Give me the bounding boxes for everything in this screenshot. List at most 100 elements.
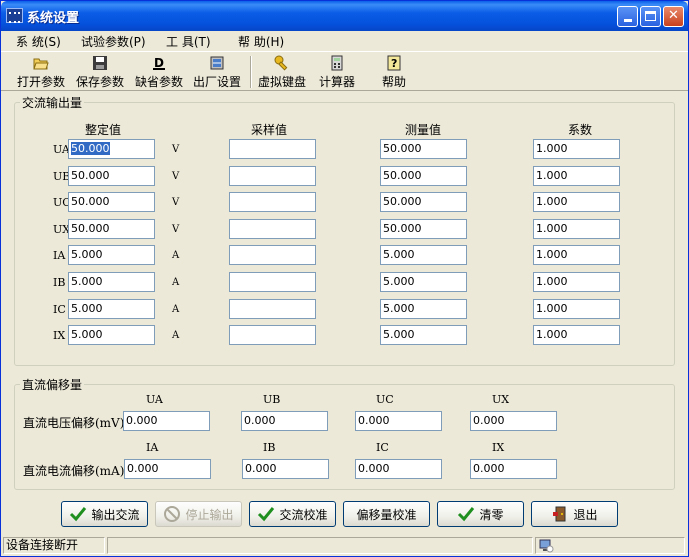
menu-system[interactable]: 系 统(S): [16, 33, 61, 50]
set-value-uc-input[interactable]: 50.000: [68, 192, 155, 212]
sample-value-ub-input[interactable]: [229, 166, 316, 186]
save-params-button[interactable]: 保存参数: [74, 53, 126, 91]
open-folder-icon: [33, 58, 49, 70]
menu-bar: 系 统(S) 试验参数(P) 工 具(T) 帮 助(H): [1, 31, 688, 50]
close-icon: ✕: [668, 8, 679, 23]
dc-voltage-ux-input[interactable]: 0.000: [470, 411, 557, 431]
set-value-ux-input[interactable]: 50.000: [68, 219, 155, 239]
measure-value-ia-input[interactable]: 5.000: [380, 245, 467, 265]
dc-voltage-uc-input[interactable]: 0.000: [355, 411, 442, 431]
stop-output-label: 停止输出: [185, 507, 234, 522]
exit-button[interactable]: 退出: [531, 501, 618, 527]
set-value-ic-input[interactable]: 5.000: [68, 299, 155, 319]
sample-value-ic-input[interactable]: [229, 299, 316, 319]
default-params-button[interactable]: D 缺省参数: [133, 53, 185, 91]
title-bar[interactable]: 系统设置 ✕: [1, 1, 688, 31]
coefficient-ix-input[interactable]: 1.000: [533, 325, 620, 345]
coefficient-uc-input[interactable]: 1.000: [533, 192, 620, 212]
dc-voltage-ub-input[interactable]: 0.000: [241, 411, 328, 431]
menu-tools[interactable]: 工 具(T): [166, 33, 211, 50]
offset-calibrate-button[interactable]: 偏移量校准: [343, 501, 430, 527]
ac-calibrate-button[interactable]: 交流校准: [249, 501, 336, 527]
header-sample: 采样值: [251, 123, 288, 137]
virtual-keyboard-label: 虚拟键盘: [257, 75, 306, 89]
dc-header-ib: IB: [263, 441, 276, 454]
header-measure: 测量值: [405, 123, 442, 137]
measure-value-uc-input[interactable]: 50.000: [380, 192, 467, 212]
close-button[interactable]: ✕: [663, 6, 684, 27]
dc-offset-title: 直流偏移量: [20, 376, 85, 393]
coefficient-ia-input[interactable]: 1.000: [533, 245, 620, 265]
menu-help[interactable]: 帮 助(H): [238, 33, 284, 50]
set-value-ib-input[interactable]: 5.000: [68, 272, 155, 292]
dc-header-ub: UB: [263, 393, 281, 406]
toolbar: 打开参数 保存参数 D 缺省参数 出厂设置 虚拟键盘 计算器 ? 帮助: [1, 51, 688, 91]
default-params-label: 缺省参数: [134, 75, 183, 89]
check-icon: [258, 507, 275, 522]
header-coefficient: 系数: [568, 123, 593, 137]
sample-value-ib-input[interactable]: [229, 272, 316, 292]
exit-door-icon: [553, 506, 566, 522]
check-icon: [458, 507, 475, 522]
measure-value-ix-input[interactable]: 5.000: [380, 325, 467, 345]
measure-value-ub-input[interactable]: 50.000: [380, 166, 467, 186]
sample-value-ix-input[interactable]: [229, 325, 316, 345]
set-value-ub-input[interactable]: 50.000: [68, 166, 155, 186]
dc-current-label: 直流电流偏移(mA): [23, 464, 125, 478]
open-params-button[interactable]: 打开参数: [15, 53, 67, 91]
dc-current-ib-input[interactable]: 0.000: [242, 459, 329, 479]
sample-value-ia-input[interactable]: [229, 245, 316, 265]
measure-value-ua-input[interactable]: 50.000: [380, 139, 467, 159]
row-label-ib: IB: [53, 276, 66, 289]
svg-text:?: ?: [391, 57, 397, 70]
coefficient-ux-input[interactable]: 1.000: [533, 219, 620, 239]
virtual-keyboard-button[interactable]: 虚拟键盘: [256, 53, 308, 91]
sample-value-uc-input[interactable]: [229, 192, 316, 212]
maximize-button[interactable]: [640, 6, 661, 27]
dc-voltage-ua-input[interactable]: 0.000: [123, 411, 210, 431]
help-button[interactable]: ? 帮助: [376, 53, 412, 91]
coefficient-ib-input[interactable]: 1.000: [533, 272, 620, 292]
coefficient-ub-input[interactable]: 1.000: [533, 166, 620, 186]
calculator-icon: [331, 55, 343, 71]
coefficient-ic-input[interactable]: 1.000: [533, 299, 620, 319]
row-label-ic: IC: [53, 303, 66, 316]
calculator-label: 计算器: [318, 75, 355, 89]
set-value-ix-input[interactable]: 5.000: [68, 325, 155, 345]
sample-value-ux-input[interactable]: [229, 219, 316, 239]
dc-header-ua: UA: [146, 393, 163, 406]
svg-text:D: D: [154, 56, 164, 70]
factory-settings-icon: [210, 56, 224, 70]
menu-test-params[interactable]: 试验参数(P): [81, 33, 146, 50]
dc-current-ia-input[interactable]: 0.000: [124, 459, 211, 479]
stop-output-button[interactable]: 停止输出: [155, 501, 242, 527]
minimize-button[interactable]: [617, 6, 638, 27]
maximize-icon: [645, 11, 656, 21]
set-value-ia-input[interactable]: 5.000: [68, 245, 155, 265]
header-setting: 整定值: [85, 123, 122, 137]
calculator-button[interactable]: 计算器: [314, 53, 360, 91]
stop-icon: [164, 506, 181, 522]
ac-output-title: 交流输出量: [20, 94, 85, 111]
unit-ux: V: [172, 224, 180, 235]
dc-header-ic: IC: [376, 441, 389, 454]
factory-settings-button[interactable]: 出厂设置: [191, 53, 243, 91]
dc-current-ic-input[interactable]: 0.000: [355, 459, 442, 479]
unit-ua: V: [172, 144, 180, 155]
dc-current-ix-input[interactable]: 0.000: [470, 459, 557, 479]
sample-value-ua-input[interactable]: [229, 139, 316, 159]
system-settings-window: 系统设置 ✕ 系 统(S) 试验参数(P) 工 具(T) 帮 助(H) 打开参数…: [0, 0, 689, 557]
set-value-ua-input[interactable]: 50.000: [68, 139, 155, 159]
unit-ib: A: [172, 277, 180, 288]
measure-value-ic-input[interactable]: 5.000: [380, 299, 467, 319]
measure-value-ib-input[interactable]: 5.000: [380, 272, 467, 292]
save-disk-icon: [93, 56, 107, 70]
output-ac-button[interactable]: 输出交流: [61, 501, 148, 527]
connection-status: 设备连接断开: [3, 537, 105, 554]
zero-button[interactable]: 清零: [437, 501, 524, 527]
measure-value-ux-input[interactable]: 50.000: [380, 219, 467, 239]
dc-voltage-label: 直流电压偏移(mV): [23, 416, 125, 430]
row-label-ix: IX: [53, 329, 66, 342]
factory-settings-label: 出厂设置: [192, 75, 241, 89]
coefficient-ua-input[interactable]: 1.000: [533, 139, 620, 159]
